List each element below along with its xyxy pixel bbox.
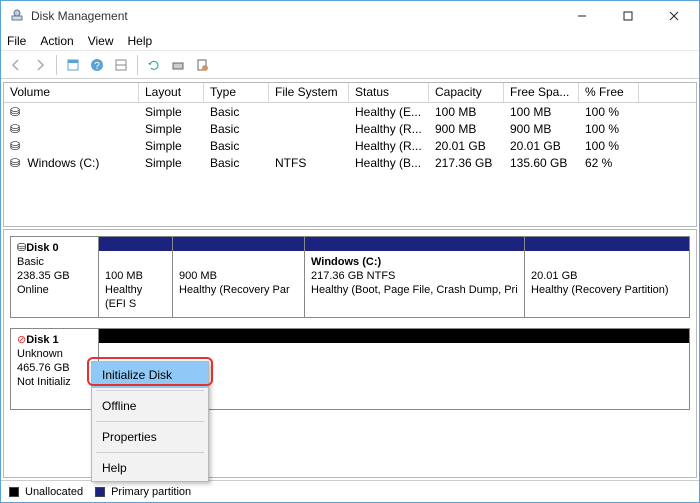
partition-bar — [99, 329, 689, 343]
legend-label-primary: Primary partition — [111, 486, 191, 498]
titlebar: Disk Management — [1, 1, 699, 31]
ctx-initialize-disk[interactable]: Initialize Disk — [92, 362, 208, 388]
ctx-separator — [96, 421, 204, 422]
forward-button[interactable] — [29, 54, 51, 76]
volume-row[interactable]: ⛁ Windows (C:) Simple Basic NTFS Healthy… — [4, 154, 696, 171]
volume-icon: ⛁ — [10, 139, 24, 153]
menu-view[interactable]: View — [88, 34, 114, 48]
context-menu: Initialize Disk Offline Properties Help — [91, 361, 209, 482]
ctx-separator — [96, 452, 204, 453]
rescan-icon[interactable] — [167, 54, 189, 76]
disk-icon: ⛁ — [17, 242, 26, 254]
volume-icon: ⛁ — [10, 105, 24, 119]
menubar: File Action View Help — [1, 31, 699, 51]
partition-efi[interactable]: 100 MBHealthy (EFI S — [99, 237, 173, 317]
menu-help[interactable]: Help — [128, 34, 153, 48]
col-type[interactable]: Type — [204, 83, 269, 102]
back-button[interactable] — [5, 54, 27, 76]
disk-0-row[interactable]: ⛁Disk 0 Basic 238.35 GB Online 100 MBHea… — [10, 236, 690, 318]
legend-swatch-primary — [95, 487, 105, 497]
partition-bar — [525, 237, 689, 251]
volume-list[interactable]: Volume Layout Type File System Status Ca… — [3, 82, 697, 227]
legend: Unallocated Primary partition — [1, 480, 699, 502]
partition-recovery-2[interactable]: 20.01 GBHealthy (Recovery Partition) — [525, 237, 689, 317]
disk-error-icon: ⊘ — [17, 334, 26, 346]
refresh-icon[interactable] — [143, 54, 165, 76]
app-icon — [9, 8, 25, 24]
partition-bar — [99, 237, 172, 251]
ctx-separator — [96, 390, 204, 391]
volume-row[interactable]: ⛁ Simple Basic Healthy (R... 20.01 GB 20… — [4, 137, 696, 154]
disk-1-label[interactable]: ⊘Disk 1 Unknown 465.76 GB Not Initializ — [11, 329, 99, 409]
settings-icon[interactable] — [110, 54, 132, 76]
close-button[interactable] — [651, 2, 697, 30]
ctx-offline[interactable]: Offline — [92, 393, 208, 419]
col-pctfree[interactable]: % Free — [579, 83, 639, 102]
col-free[interactable]: Free Spa... — [504, 83, 579, 102]
ctx-help[interactable]: Help — [92, 455, 208, 481]
col-capacity[interactable]: Capacity — [429, 83, 504, 102]
volume-row[interactable]: ⛁ Simple Basic Healthy (R... 900 MB 900 … — [4, 120, 696, 137]
window-title: Disk Management — [31, 9, 559, 23]
ctx-properties[interactable]: Properties — [92, 424, 208, 450]
col-filesystem[interactable]: File System — [269, 83, 349, 102]
disk-0-label[interactable]: ⛁Disk 0 Basic 238.35 GB Online — [11, 237, 99, 317]
menu-file[interactable]: File — [7, 34, 26, 48]
volume-list-header: Volume Layout Type File System Status Ca… — [4, 83, 696, 103]
col-volume[interactable]: Volume — [4, 83, 139, 102]
legend-label-unallocated: Unallocated — [25, 486, 83, 498]
svg-text:?: ? — [94, 61, 100, 72]
minimize-button[interactable] — [559, 2, 605, 30]
partition-bar — [305, 237, 524, 251]
partition-recovery-1[interactable]: 900 MBHealthy (Recovery Par — [173, 237, 305, 317]
partition-windows-c[interactable]: Windows (C:)217.36 GB NTFSHealthy (Boot,… — [305, 237, 525, 317]
partition-bar — [173, 237, 304, 251]
properties-icon[interactable] — [191, 54, 213, 76]
col-status[interactable]: Status — [349, 83, 429, 102]
volume-row[interactable]: ⛁ Simple Basic Healthy (E... 100 MB 100 … — [4, 103, 696, 120]
legend-swatch-unallocated — [9, 487, 19, 497]
toolbar: ? — [1, 51, 699, 79]
col-layout[interactable]: Layout — [139, 83, 204, 102]
volume-icon: ⛁ — [10, 122, 24, 136]
show-hide-icon[interactable] — [62, 54, 84, 76]
help-icon[interactable]: ? — [86, 54, 108, 76]
menu-action[interactable]: Action — [40, 34, 73, 48]
maximize-button[interactable] — [605, 2, 651, 30]
volume-icon: ⛁ — [10, 156, 24, 170]
